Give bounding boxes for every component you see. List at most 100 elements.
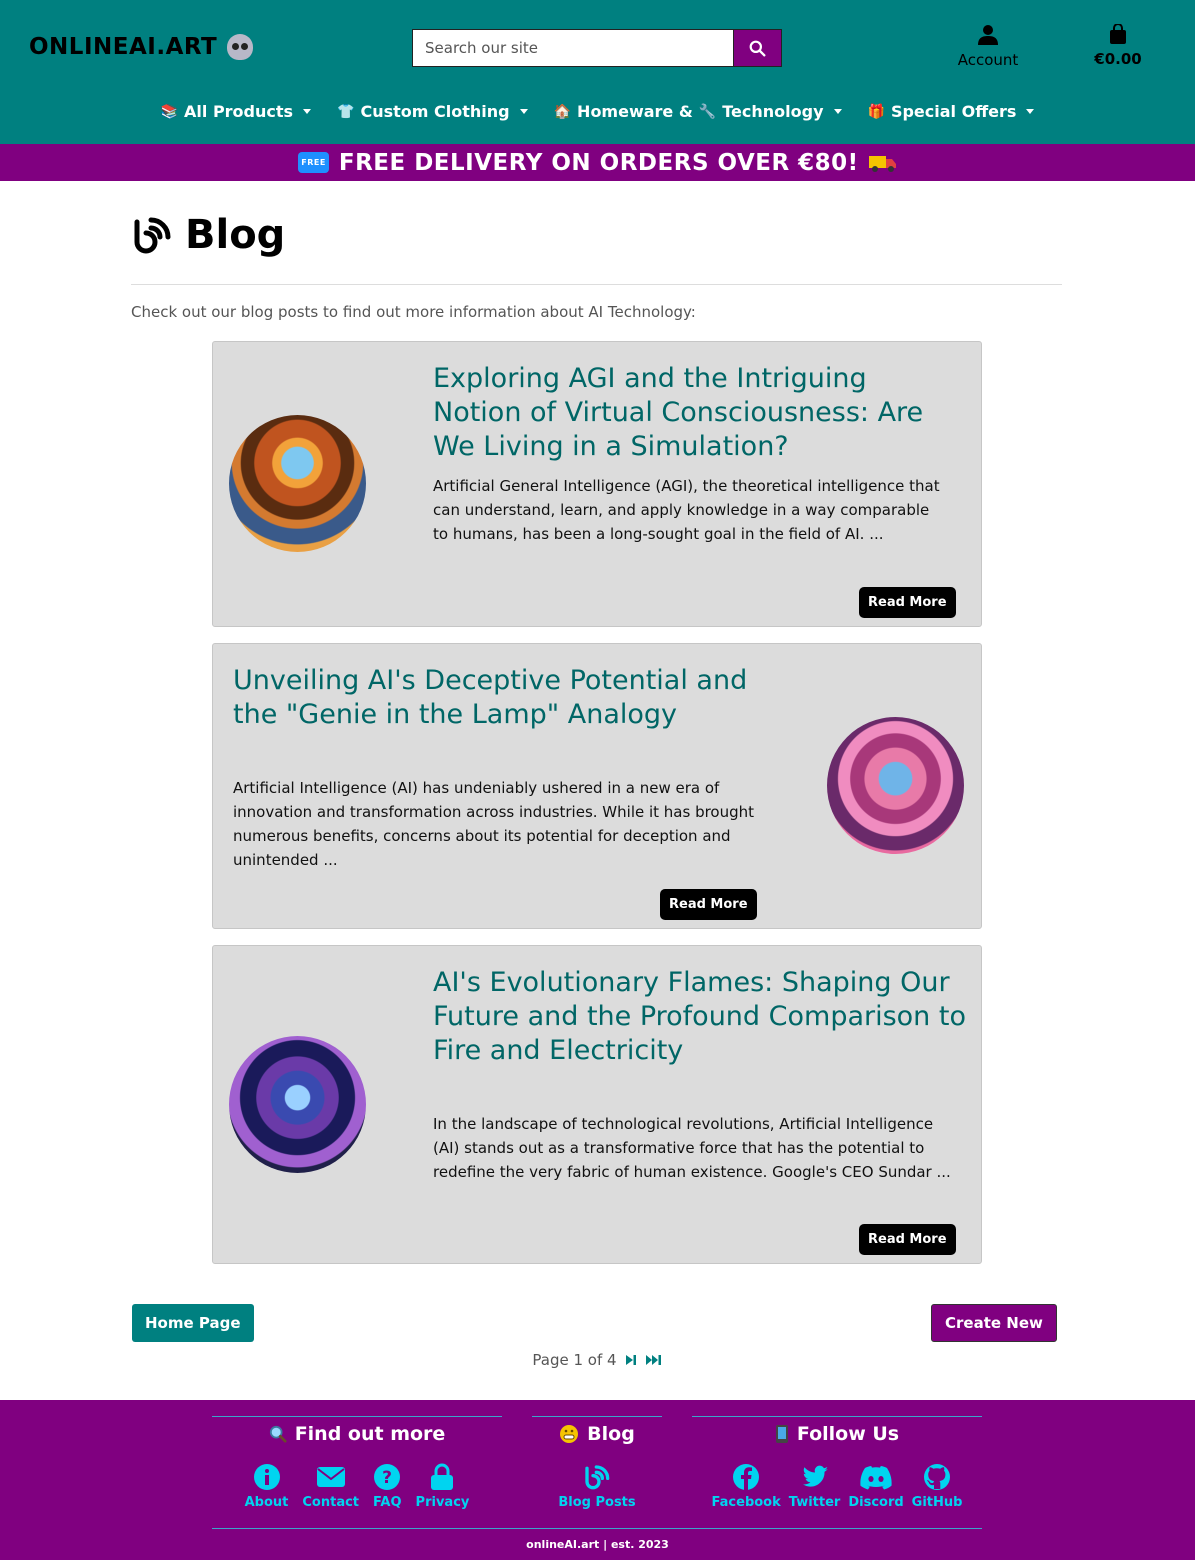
twitter-icon <box>802 1465 828 1487</box>
post-excerpt: In the landscape of technological revolu… <box>433 1115 951 1181</box>
promo-banner: FREE FREE DELIVERY ON ORDERS OVER €80! <box>0 144 1195 181</box>
blog-icon <box>585 1465 610 1490</box>
promo-text: FREE DELIVERY ON ORDERS OVER €80! <box>338 149 859 176</box>
discord-icon <box>860 1466 892 1490</box>
read-more-button[interactable]: Read More <box>660 889 757 920</box>
github-icon <box>924 1464 951 1490</box>
footer-find-out-more: Find out more About Contact ? FAQ Privac… <box>212 1416 502 1510</box>
footer-divider <box>212 1528 982 1529</box>
footer-link-facebook[interactable]: Facebook <box>712 1463 781 1510</box>
facebook-icon <box>733 1464 760 1490</box>
free-badge-icon: FREE <box>298 152 329 173</box>
page-indicator: Page 1 of 4 <box>532 1351 617 1369</box>
footer-link-label: Privacy <box>415 1495 470 1510</box>
footer-copyright: onlineAI.art | est. 2023 <box>526 1538 669 1551</box>
footer-links: Facebook Twitter Discord GitHub <box>692 1463 982 1510</box>
search-icon <box>749 40 766 56</box>
main-nav: 📚 All Products 👕 Custom Clothing 🏠 Homew… <box>0 102 1195 121</box>
search-input[interactable] <box>412 29 733 67</box>
footer-heading-text: Find out more <box>294 1423 446 1445</box>
cart-total: €0.00 <box>1094 50 1142 68</box>
blog-post-card: AI's Evolutionary Flames: Shaping Our Fu… <box>212 945 982 1264</box>
nav-label: Custom Clothing <box>360 102 510 121</box>
magnifier-icon <box>269 1425 287 1443</box>
last-page-icon[interactable] <box>645 1354 663 1366</box>
user-icon <box>978 25 998 45</box>
page-title: Blog <box>131 212 285 258</box>
nav-custom-clothing[interactable]: 👕 Custom Clothing <box>337 102 528 121</box>
footer-link-blog-posts[interactable]: Blog Posts <box>558 1463 636 1510</box>
delivery-truck-icon <box>868 155 896 172</box>
blog-post-card: Exploring AGI and the Intriguing Notion … <box>212 341 982 627</box>
footer-link-label: About <box>244 1495 289 1510</box>
site-logo[interactable]: ONLINEAI.ART <box>29 34 254 60</box>
footer-link-discord[interactable]: Discord <box>848 1463 904 1510</box>
create-new-button[interactable]: Create New <box>931 1304 1057 1342</box>
footer-links: About Contact ? FAQ Privacy <box>212 1463 502 1510</box>
pagination: Page 1 of 4 <box>0 1351 1195 1369</box>
post-title[interactable]: Exploring AGI and the Intriguing Notion … <box>433 362 963 464</box>
grin-icon <box>560 1425 579 1443</box>
post-thumbnail[interactable] <box>229 415 366 552</box>
post-thumbnail[interactable] <box>229 1036 366 1173</box>
footer-blog: Blog Blog Posts <box>532 1416 662 1510</box>
nav-homeware-technology[interactable]: 🏠 Homeware & 🔧 Technology <box>554 102 842 121</box>
account-link[interactable]: Account <box>950 24 1026 69</box>
footer-heading: Blog <box>532 1423 662 1445</box>
gift-icon: 🎁 <box>867 103 885 120</box>
post-title[interactable]: Unveiling AI's Deceptive Potential and t… <box>233 664 793 732</box>
footer-heading: Find out more <box>212 1423 502 1445</box>
next-page-icon[interactable] <box>625 1354 637 1366</box>
post-excerpt: Artificial General Intelligence (AGI), t… <box>433 477 940 543</box>
footer-link-twitter[interactable]: Twitter <box>788 1463 841 1510</box>
cart-link[interactable]: €0.00 <box>1086 23 1150 68</box>
footer-heading-text: Follow Us <box>796 1423 900 1445</box>
footer-link-label: Blog Posts <box>558 1495 636 1510</box>
lock-icon <box>431 1463 454 1490</box>
question-icon: ? <box>374 1464 401 1490</box>
footer-link-faq[interactable]: ? FAQ <box>373 1463 402 1510</box>
home-page-button[interactable]: Home Page <box>132 1304 254 1342</box>
caret-down-icon <box>303 109 312 114</box>
footer-link-label: Discord <box>848 1495 904 1510</box>
footer-link-label: Facebook <box>711 1495 781 1510</box>
footer-link-privacy[interactable]: Privacy <box>415 1463 470 1510</box>
search-button[interactable] <box>733 29 782 67</box>
footer-heading: Follow Us <box>692 1423 982 1445</box>
post-title[interactable]: AI's Evolutionary Flames: Shaping Our Fu… <box>433 966 973 1068</box>
read-more-button[interactable]: Read More <box>859 1224 956 1255</box>
footer-link-label: FAQ <box>373 1495 402 1510</box>
site-footer: Find out more About Contact ? FAQ Privac… <box>0 1400 1195 1560</box>
account-label: Account <box>957 51 1019 69</box>
blog-icon <box>134 217 171 254</box>
intro-text: Check out our blog posts to find out mor… <box>131 303 696 321</box>
footer-links: Blog Posts <box>532 1463 662 1510</box>
svg-text:?: ? <box>382 1468 392 1488</box>
tshirt-icon: 👕 <box>337 103 355 120</box>
nav-label: Technology <box>722 102 824 121</box>
post-excerpt: Artificial Intelligence (AI) has undenia… <box>233 779 755 869</box>
search-bar <box>412 29 782 67</box>
nav-all-products[interactable]: 📚 All Products <box>160 102 312 121</box>
page-title-text: Blog <box>185 212 286 258</box>
nav-label: Special Offers <box>890 102 1017 121</box>
nav-special-offers[interactable]: 🎁 Special Offers <box>868 102 1035 121</box>
read-more-button[interactable]: Read More <box>859 587 956 618</box>
footer-heading-text: Blog <box>587 1423 635 1445</box>
footer-link-contact[interactable]: Contact <box>302 1463 359 1510</box>
caret-down-icon <box>1026 109 1035 114</box>
logo-text: ONLINEAI.ART <box>29 34 218 60</box>
footer-follow-us: Follow Us Facebook Twitter Discord GitHu… <box>692 1416 982 1510</box>
envelope-icon <box>316 1467 345 1487</box>
footer-link-label: Twitter <box>788 1495 841 1510</box>
footer-link-label: Contact <box>302 1495 360 1510</box>
post-thumbnail[interactable] <box>827 717 964 854</box>
caret-down-icon <box>833 109 842 114</box>
alien-icon <box>227 34 254 60</box>
footer-link-label: GitHub <box>911 1495 963 1510</box>
footer-link-about[interactable]: About <box>244 1463 289 1510</box>
books-icon: 📚 <box>160 103 179 120</box>
footer-link-github[interactable]: GitHub <box>911 1463 963 1510</box>
caret-down-icon <box>519 109 528 114</box>
blog-post-card: Unveiling AI's Deceptive Potential and t… <box>212 643 982 929</box>
